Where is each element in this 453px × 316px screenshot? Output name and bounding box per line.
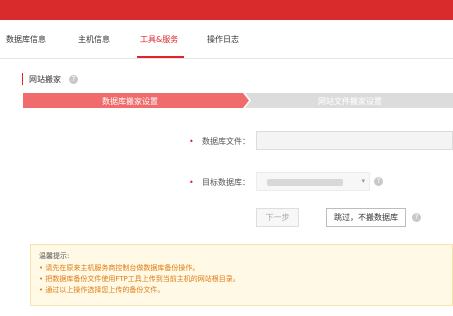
tab-host-info[interactable]: 主机信息 [78, 34, 110, 45]
next-step-button[interactable]: 下一步 [256, 208, 299, 227]
chevron-down-icon: ▾ [361, 177, 365, 185]
skip-database-button[interactable]: 跳过，不搬数据库 [326, 208, 406, 227]
tips-item: 把数据库备份文件使用FTP工具上传到当前主机的网站根目录。 [39, 274, 452, 285]
db-file-row: • 数据库文件： [0, 131, 453, 151]
section-header: 网站搬家 ? [22, 72, 78, 86]
db-file-input[interactable] [256, 131, 453, 150]
tips-item: 通过以上操作选择您上传的备份文件。 [39, 285, 452, 296]
target-db-label: 目标数据库： [202, 178, 250, 187]
question-circle-icon[interactable]: ? [374, 177, 383, 186]
question-circle-icon[interactable]: ? [69, 74, 78, 84]
active-tab-indicator [137, 56, 184, 58]
top-header-bar [0, 0, 453, 20]
tab-operation-log[interactable]: 操作日志 [207, 34, 239, 45]
target-db-value-redacted [267, 179, 343, 186]
required-mark: • [189, 178, 194, 187]
tab-tools-services[interactable]: 工具&服务 [140, 34, 178, 45]
step-arrows [23, 93, 453, 108]
question-circle-icon[interactable]: ? [412, 213, 421, 222]
tab-database-info[interactable]: 数据库信息 [6, 34, 46, 45]
section-accent-bar [22, 73, 23, 85]
step-progress: 数据库搬家设置 网站文件搬家设置 [23, 93, 453, 108]
db-file-label: 数据库文件： [202, 137, 250, 146]
tips-item: 请先在原来主机服务商控制台做数据库备份操作。 [39, 263, 452, 274]
target-db-select[interactable]: ▾ [256, 172, 370, 191]
step-2-label: 网站文件搬家设置 [318, 97, 382, 106]
tips-title: 温馨提示: [39, 252, 70, 260]
tips-box: 温馨提示: 请先在原来主机服务商控制台做数据库备份操作。 把数据库备份文件使用F… [30, 244, 453, 306]
step-1-label: 数据库搬家设置 [102, 97, 158, 106]
required-mark: • [189, 137, 194, 146]
target-db-row: • 目标数据库： ▾ ? [0, 172, 453, 192]
section-title: 网站搬家 [29, 74, 61, 84]
tab-bar: 数据库信息 主机信息 工具&服务 操作日志 [0, 20, 453, 59]
